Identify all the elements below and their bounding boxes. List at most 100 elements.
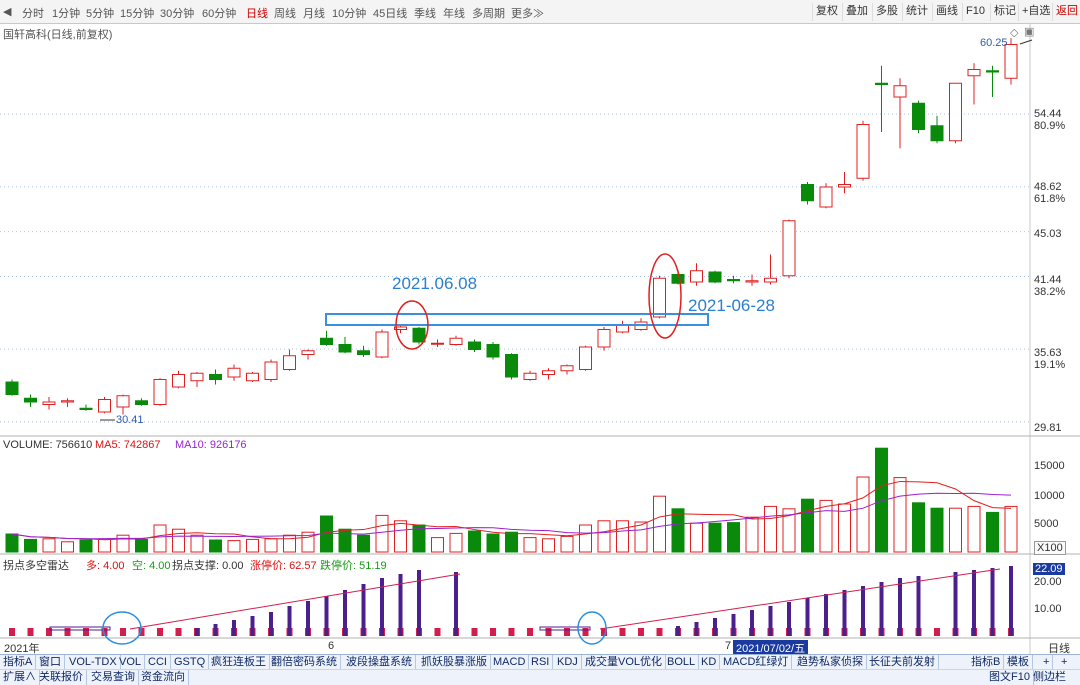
adjust-button[interactable]: 复权 <box>812 3 841 21</box>
stats-button[interactable]: 统计 <box>902 3 931 21</box>
indicator-red-bar <box>9 628 15 636</box>
add-watchlist-button[interactable]: +自选 <box>1018 3 1053 21</box>
window-icon[interactable]: ▣ <box>1024 25 1034 38</box>
period-year[interactable]: 年线 <box>443 5 465 21</box>
candle-body <box>190 372 204 382</box>
indicator-red-bar <box>527 628 533 636</box>
tab-gstq[interactable]: GSTQ <box>171 655 210 670</box>
candle-body <box>301 350 315 355</box>
mark-button[interactable]: 标记 <box>990 3 1019 21</box>
indicator-purple-bar <box>269 612 273 636</box>
tab-template[interactable]: 模板 <box>1004 655 1033 670</box>
tab-crazy-limit[interactable]: 疯狂连板王 <box>208 655 270 670</box>
tab-expand[interactable]: 扩展∧ <box>0 670 40 685</box>
tab-sidebar[interactable]: 侧边栏 <box>1030 670 1069 685</box>
volume-bar <box>431 537 444 553</box>
candle-body <box>116 395 130 408</box>
candle-body <box>246 372 259 382</box>
period-15min[interactable]: 15分钟 <box>120 5 154 21</box>
collapse-icon[interactable]: ◀ <box>3 5 11 18</box>
draw-line-button[interactable]: 画线 <box>932 3 961 21</box>
period-60min[interactable]: 60分钟 <box>202 5 236 21</box>
period-1min[interactable]: 1分钟 <box>52 5 80 21</box>
period-30min[interactable]: 30分钟 <box>160 5 194 21</box>
price-axis-label: 45.03 <box>1034 228 1062 240</box>
indicator-red-bar <box>508 628 515 636</box>
tab-related-quotes[interactable]: 关联报价 <box>36 670 87 685</box>
tab-vol-tdx[interactable]: VOL-TDX <box>66 655 121 670</box>
volume-bar <box>394 520 407 553</box>
tab-boll[interactable]: BOLL <box>664 655 700 670</box>
indicator-purple-bar <box>731 614 736 636</box>
indicator-red-bar <box>64 628 71 636</box>
tab-band-system[interactable]: 波段操盘系统 <box>343 655 416 670</box>
tab-kd[interactable]: KD <box>698 655 721 670</box>
volume-bar <box>153 524 167 553</box>
tab-macd-light[interactable]: MACD红绿灯 <box>720 655 793 670</box>
more-tabs-icon[interactable]: + <box>1058 655 1070 670</box>
indicator-limit-up: 涨停价: 62.57 <box>250 560 317 572</box>
candle-body <box>560 365 574 372</box>
tab-long-march[interactable]: 长征夫前发射 <box>866 655 939 670</box>
tab-vol[interactable]: VOL <box>116 655 146 670</box>
multi-stock-button[interactable]: 多股 <box>872 3 901 21</box>
period-multi[interactable]: 多周期 <box>472 5 505 21</box>
chart-area[interactable]: 国轩高科(日线,前复权) ◇ ▣ 60.25 30.41 2021.06.08 … <box>0 24 1080 656</box>
indicator-axis-label: 20.00 <box>1034 576 1062 588</box>
candle-body <box>486 344 500 358</box>
tab-fund-flow[interactable]: 资金流向 <box>138 670 189 685</box>
add-tab-icon[interactable]: + <box>1040 655 1054 670</box>
volume-bar <box>708 522 722 553</box>
volume-bar <box>24 538 37 553</box>
volume-bar <box>42 538 56 553</box>
period-5min[interactable]: 5分钟 <box>86 5 114 21</box>
volume-bar <box>338 528 352 553</box>
volume-axis-label: 10000 <box>1034 490 1065 502</box>
indicator-purple-bar <box>361 584 366 636</box>
candle-body <box>357 350 370 355</box>
indicator-red-bar <box>582 628 589 636</box>
indicator-purple-bar <box>824 594 828 636</box>
back-button[interactable]: 返回 <box>1052 3 1080 21</box>
tab-kdj[interactable]: KDJ <box>554 655 582 670</box>
tab-indicator-a[interactable]: 指标A <box>0 655 37 670</box>
tab-cci[interactable]: CCI <box>145 655 171 670</box>
candle-body <box>227 367 241 378</box>
period-45day[interactable]: 45日线 <box>373 5 407 21</box>
volume-axis-label: 5000 <box>1034 518 1059 530</box>
tab-indicator-b[interactable]: 指标B <box>968 655 1005 670</box>
candle-body <box>708 271 722 283</box>
tab-demon-stock[interactable]: 抓妖股暴涨版 <box>418 655 491 670</box>
tab-trend-detective[interactable]: 趋势私家侦探 <box>794 655 867 670</box>
overlay-button[interactable]: 叠加 <box>842 3 871 21</box>
indicator-red-bar <box>46 628 52 636</box>
candle-body <box>542 370 555 375</box>
period-quarter[interactable]: 季线 <box>414 5 436 21</box>
volume-bar <box>1004 505 1018 553</box>
tab-macd[interactable]: MACD <box>490 655 530 670</box>
candle-body <box>893 85 907 98</box>
tab-double-code[interactable]: 翻倍密码系统 <box>268 655 341 670</box>
tab-window[interactable]: 窗口 <box>36 655 65 670</box>
diamond-icon[interactable]: ◇ <box>1010 26 1018 39</box>
f10-button[interactable]: F10 <box>962 3 988 21</box>
candlestick-series <box>5 38 1018 415</box>
tab-vol-optimized[interactable]: 成交量VOL优化 <box>582 655 667 670</box>
tab-f10-text[interactable]: 图文F10 <box>986 670 1034 685</box>
indicator-purple-bar <box>213 624 218 636</box>
volume-bar <box>634 521 648 553</box>
pct-axis-label: 19.1% <box>1034 359 1066 371</box>
period-10min[interactable]: 10分钟 <box>332 5 366 21</box>
candle-body <box>209 374 222 380</box>
period-minute[interactable]: 分时 <box>22 5 44 21</box>
indicator-purple-bar <box>953 572 958 636</box>
indicator-red-bar <box>27 628 34 636</box>
tab-rsi[interactable]: RSI <box>528 655 554 670</box>
indicator-limit-down: 跌停价: 51.19 <box>320 560 387 572</box>
period-month[interactable]: 月线 <box>303 5 325 21</box>
period-week[interactable]: 周线 <box>274 5 296 21</box>
period-day[interactable]: 日线 <box>246 5 268 21</box>
tab-trade-query[interactable]: 交易查询 <box>88 670 139 685</box>
period-more[interactable]: 更多≫ <box>511 5 544 21</box>
indicator-support: 拐点支撑: 0.00 <box>172 560 244 572</box>
